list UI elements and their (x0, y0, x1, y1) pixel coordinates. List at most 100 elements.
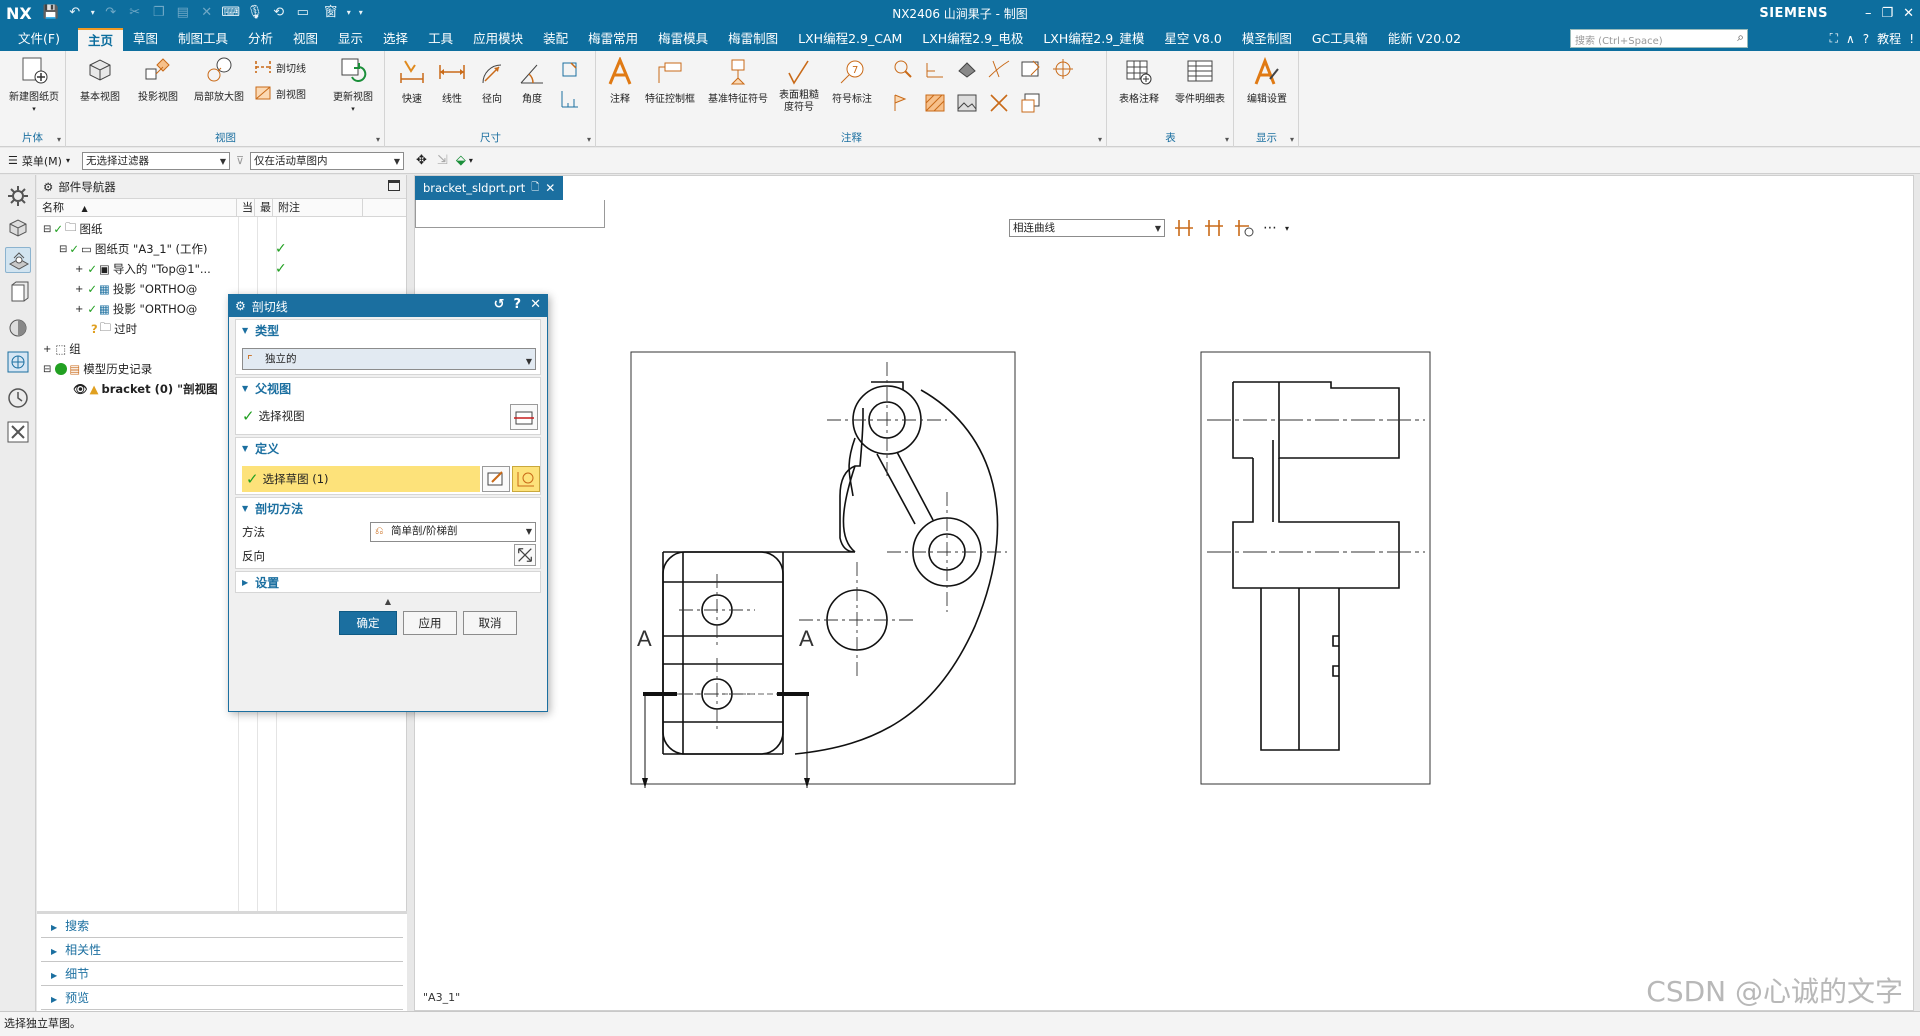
hatch-icon[interactable] (923, 91, 947, 115)
settings-gear-icon[interactable] (5, 183, 31, 209)
image-insert-icon[interactable] (955, 91, 979, 115)
cancel-button[interactable]: 取消 (463, 611, 517, 635)
curve-rule-select[interactable]: 相连曲线 ▼ (1009, 219, 1165, 237)
column-header-name[interactable]: 名称 ▲ (37, 199, 237, 216)
paste-icon[interactable]: ▤ (172, 3, 194, 23)
select-sketch-row[interactable]: ✓ 选择草图 (1) (242, 466, 480, 492)
web-browser-icon[interactable] (5, 349, 31, 375)
expand-icon[interactable]: + (75, 264, 83, 275)
center-mark-icon[interactable] (891, 57, 915, 81)
tutorial-link[interactable]: 教程 (1877, 30, 1901, 47)
main-menu-button[interactable]: ☰ 菜单(M) ▾ (0, 153, 78, 169)
collapse-icon[interactable]: ⊟ (43, 224, 51, 235)
tabular-note-button[interactable]: 表格注释 (1114, 57, 1164, 105)
filter-reset-icon[interactable]: ⊽ (236, 154, 244, 167)
cut-icon[interactable]: ✂ (124, 3, 146, 23)
tab-select[interactable]: 选择 (373, 28, 418, 51)
part-navigator-icon[interactable] (5, 247, 31, 273)
maximize-panel-icon[interactable] (388, 180, 400, 191)
delete-icon[interactable]: ✕ (196, 3, 218, 23)
tab-xingkong[interactable]: 星空 V8.0 (1154, 28, 1231, 51)
tree-node-drawing[interactable]: ⊟ ✓ 🗀 图纸 (37, 219, 407, 239)
tab-tools[interactable]: 工具 (418, 28, 463, 51)
selection-scope-select[interactable]: 仅在活动草图内 ▼ (250, 151, 405, 170)
tab-gc-toolkit[interactable]: GC工具箱 (1302, 28, 1378, 51)
rapid-dimension-button[interactable]: 快速 (394, 57, 430, 105)
parent-view-section-header[interactable]: ▼ 父视图 (236, 378, 540, 400)
fill-area-icon[interactable] (955, 57, 979, 81)
apply-button[interactable]: 应用 (403, 611, 457, 635)
tab-nengxin[interactable]: 能新 V20.02 (1378, 28, 1471, 51)
tab-applications[interactable]: 应用模块 (463, 28, 533, 51)
tree-node-imported-view[interactable]: + ✓ ▣ 导入的 "Top@1"... ✓ (37, 259, 407, 279)
copy-icon[interactable]: ❐ (148, 3, 170, 23)
history-icon[interactable] (5, 385, 31, 411)
window-icon[interactable]: ▭ (292, 3, 314, 23)
tab-analysis[interactable]: 分析 (238, 28, 283, 51)
group-more-icon[interactable]: ▾ (1225, 135, 1229, 144)
stop-at-intersection-icon[interactable] (1173, 217, 1195, 239)
select-view-button[interactable] (510, 404, 538, 430)
redo-icon[interactable]: ↷ (100, 3, 122, 23)
group-more-icon[interactable]: ▾ (376, 135, 380, 144)
angular-dimension-button[interactable]: 角度 (514, 57, 550, 105)
graphics-window[interactable]: bracket_sldprt.prt 🗋 ✕ 相连曲线 ▼ ⋯ ▾ A A "A… (414, 175, 1914, 1011)
close-icon[interactable]: ✕ (530, 297, 541, 312)
reverse-direction-button[interactable] (514, 544, 536, 566)
type-select[interactable]: ⌜ 独立的 ▼ (242, 348, 536, 370)
expand-icon[interactable]: + (75, 304, 83, 315)
projected-view-button[interactable]: 投影视图 (133, 55, 183, 103)
parts-list-button[interactable]: 零件明细表 (1170, 57, 1230, 105)
tab-drafting-tools[interactable]: 制图工具 (168, 28, 238, 51)
ordinate-dimension-icon[interactable] (558, 87, 582, 111)
select-view-row[interactable]: ✓ 选择视图 (242, 404, 305, 428)
tab-meilei-common[interactable]: 梅雷常用 (578, 28, 648, 51)
repeat-command-icon[interactable]: ⟲ (268, 3, 290, 23)
linear-dimension-button[interactable]: 线性 (434, 57, 470, 105)
column-header-latest[interactable]: 最 (255, 199, 273, 216)
undo-icon[interactable]: ↶ (64, 3, 86, 23)
section-method-section-header[interactable]: ▼ 剖切方法 (236, 498, 540, 520)
close-icon[interactable]: ✕ (1903, 6, 1914, 21)
tab-meilei-drafting[interactable]: 梅雷制图 (718, 28, 788, 51)
tab-file[interactable]: 文件(F) (0, 28, 78, 51)
bolt-circle-icon[interactable] (923, 57, 947, 81)
section-view-button[interactable]: 剖视图 (253, 83, 306, 103)
collapse-icon[interactable]: ⊟ (59, 244, 67, 255)
section-details[interactable]: ▶ 细节 (41, 962, 403, 986)
help-icon[interactable]: ? (514, 297, 522, 312)
hd3d-tools-icon[interactable] (5, 315, 31, 341)
ok-button[interactable]: 确定 (339, 611, 397, 635)
selection-filter-select[interactable]: 无选择过滤器 ▼ (81, 151, 230, 170)
tab-display[interactable]: 显示 (328, 28, 373, 51)
chain-within-feature-icon[interactable] (1233, 217, 1255, 239)
snap-point-icon[interactable]: ✥ (416, 153, 427, 168)
selection-options-icon[interactable]: ⬙ (456, 153, 466, 168)
group-more-icon[interactable]: ▾ (57, 135, 61, 144)
minimize-icon[interactable]: – (1865, 6, 1872, 21)
restore-icon[interactable]: ❐ (1881, 6, 1893, 21)
touch-mode-icon[interactable]: ⌨ (220, 3, 242, 23)
window-menu[interactable]: 窗口 (320, 3, 342, 40)
type-section-header[interactable]: ▼ 类型 (236, 320, 540, 342)
update-view-button[interactable]: 更新视图 ▾ (325, 55, 381, 114)
group-more-icon[interactable]: ▾ (1290, 135, 1294, 144)
eye-icon[interactable]: 👁 (73, 382, 88, 396)
edit-sketch-button[interactable] (482, 466, 510, 492)
radial-dimension-button[interactable]: 径向 (474, 57, 510, 105)
tab-lxh-electrode[interactable]: LXH编程2.9_电极 (912, 28, 1033, 51)
tab-mosheng[interactable]: 模圣制图 (1232, 28, 1302, 51)
column-header-current[interactable]: 当 (237, 199, 255, 216)
section-search[interactable]: ▶ 搜索 (41, 914, 403, 938)
tab-view[interactable]: 视图 (283, 28, 328, 51)
alert-icon[interactable]: ! (1909, 32, 1914, 46)
window-dropdown-icon[interactable]: ▾ (344, 3, 354, 23)
tab-home[interactable]: 主页 (77, 28, 123, 51)
close-tab-icon[interactable]: ✕ (545, 176, 555, 200)
reuse-library-icon[interactable] (5, 279, 31, 305)
section-dependencies[interactable]: ▶ 相关性 (41, 938, 403, 962)
more-options-icon[interactable]: ⋯ (1263, 220, 1277, 236)
surface-finish-button[interactable]: 表面粗糙度符号 (775, 57, 823, 114)
help-icon[interactable]: ? (1863, 32, 1869, 46)
tab-assemblies[interactable]: 装配 (533, 28, 578, 51)
